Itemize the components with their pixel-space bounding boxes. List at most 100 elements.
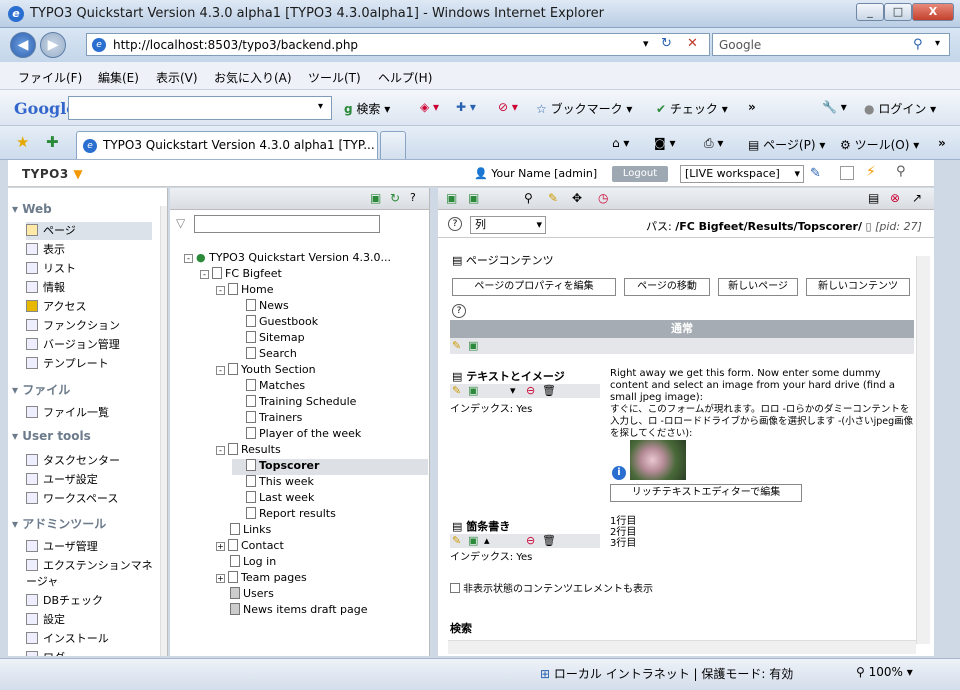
new-page-button[interactable]: 新しいページ bbox=[718, 278, 798, 296]
new-content-icon[interactable]: ▣ bbox=[468, 191, 479, 205]
help-icon[interactable]: ? bbox=[448, 217, 462, 231]
menu-tools[interactable]: ツール(T) bbox=[308, 69, 361, 86]
hide-icon[interactable]: ⊖ bbox=[526, 384, 535, 397]
move-page-button[interactable]: ページの移動 bbox=[624, 278, 710, 296]
module-item[interactable]: タスクセンター bbox=[26, 452, 120, 470]
minimize-button[interactable]: _ bbox=[856, 3, 884, 21]
menu-help[interactable]: ヘルプ(H) bbox=[378, 69, 432, 86]
tree-filter-input[interactable] bbox=[194, 215, 380, 233]
tree-node[interactable]: Report results bbox=[246, 507, 336, 523]
edit-icon[interactable]: ✎ bbox=[548, 191, 558, 205]
open-window-icon[interactable] bbox=[840, 166, 854, 180]
forward-button[interactable]: ▶ bbox=[40, 32, 66, 58]
tree-node[interactable]: Last week bbox=[246, 491, 314, 507]
tree-node[interactable]: Trainers bbox=[246, 411, 302, 427]
tree-node[interactable]: - Youth Section bbox=[216, 363, 316, 379]
module-item[interactable]: エクステンションマネージャ bbox=[26, 557, 156, 589]
google-search-input[interactable] bbox=[68, 96, 332, 120]
google-search-button[interactable]: g 検索 ▾ bbox=[344, 100, 390, 117]
module-item[interactable]: バージョン管理 bbox=[26, 336, 120, 354]
module-item[interactable]: ログ bbox=[26, 649, 65, 656]
tree-node-selected[interactable]: Topscorer bbox=[232, 459, 428, 475]
delete-icon[interactable]: 🗑 bbox=[542, 534, 556, 547]
tree-node[interactable]: + Contact bbox=[216, 539, 284, 555]
module-item[interactable]: DBチェック bbox=[26, 592, 103, 610]
cache-icon[interactable]: ⚡ bbox=[866, 164, 876, 180]
search-icon[interactable]: ⚲ bbox=[913, 37, 923, 52]
tree-node[interactable]: Search bbox=[246, 347, 297, 363]
tree-node[interactable]: Log in bbox=[230, 555, 276, 571]
module-item[interactable]: アクセス bbox=[26, 298, 86, 316]
new-page-icon[interactable]: ▣ bbox=[370, 191, 381, 205]
feeds-icon[interactable]: ◙ ▾ bbox=[654, 136, 675, 150]
list-icon[interactable]: ▤ bbox=[868, 191, 879, 205]
refresh-icon[interactable]: ↻ bbox=[661, 36, 672, 51]
module-header-user[interactable]: ▾ User tools bbox=[12, 429, 91, 443]
menu-edit[interactable]: 編集(E) bbox=[98, 69, 139, 86]
tree-node[interactable]: News bbox=[246, 299, 289, 315]
module-item[interactable]: 表示 bbox=[26, 241, 65, 259]
clear-cache-icon[interactable]: ⊗ bbox=[890, 191, 900, 205]
help-icon[interactable]: ? bbox=[452, 304, 466, 318]
search-dropdown-icon[interactable]: ▾ bbox=[935, 38, 940, 49]
content-scrollbar[interactable] bbox=[916, 256, 930, 644]
logout-button[interactable]: Logout bbox=[612, 166, 668, 182]
new-after-icon[interactable]: ▣ bbox=[468, 534, 478, 547]
module-item[interactable]: ページ bbox=[26, 222, 152, 240]
delete-icon[interactable]: 🗑 bbox=[542, 384, 556, 397]
add-button-icon[interactable]: ✚ ▾ bbox=[456, 100, 476, 114]
tree-root[interactable]: - ● TYPO3 Quickstart Version 4.3.0... bbox=[184, 251, 391, 267]
column-select[interactable]: 列 ▾ bbox=[470, 216, 546, 234]
pagerank-icon[interactable]: ◈ ▾ bbox=[420, 100, 439, 114]
wrench-icon[interactable]: 🔧 ▾ bbox=[822, 100, 847, 114]
edit-icon[interactable]: ✎ bbox=[452, 534, 461, 547]
popup-blocker-icon[interactable]: ⊘ ▾ bbox=[498, 100, 518, 114]
module-header-file[interactable]: ▾ ファイル bbox=[12, 381, 70, 398]
tree-node[interactable]: - FC Bigfeet bbox=[200, 267, 282, 283]
search-input[interactable]: Google ⚲ ▾ bbox=[712, 33, 950, 56]
tools-menu[interactable]: ⚙ ツール(O) ▾ bbox=[840, 136, 919, 153]
menu-file[interactable]: ファイル(F) bbox=[18, 69, 82, 86]
info-icon[interactable]: i bbox=[612, 466, 626, 480]
history-icon[interactable]: ◷ bbox=[598, 191, 608, 205]
tree-node[interactable]: + Team pages bbox=[216, 571, 307, 587]
new-tab-button[interactable] bbox=[380, 131, 406, 159]
bookmarks-button[interactable]: ☆ ブックマーク ▾ bbox=[536, 100, 632, 117]
module-item[interactable]: ファンクション bbox=[26, 317, 120, 335]
typo3-search-icon[interactable]: ⚲ bbox=[896, 164, 906, 179]
add-favorite-icon[interactable]: ✚ bbox=[46, 133, 59, 151]
module-item[interactable]: 設定 bbox=[26, 611, 65, 629]
print-icon[interactable]: ⎙ ▾ bbox=[704, 136, 723, 151]
home-icon[interactable]: ⌂ ▾ bbox=[612, 136, 629, 150]
tab-typo3[interactable]: e TYPO3 Quickstart Version 4.3.0 alpha1 … bbox=[76, 131, 378, 159]
menu-favorites[interactable]: お気に入り(A) bbox=[214, 69, 292, 86]
tree-node[interactable]: Users bbox=[230, 587, 274, 603]
stop-icon[interactable]: ✕ bbox=[687, 36, 698, 51]
page-menu[interactable]: ▤ ページ(P) ▾ bbox=[748, 136, 825, 153]
new-content-button[interactable]: 新しいコンテンツ bbox=[806, 278, 910, 296]
google-dropdown-icon[interactable]: ▾ bbox=[318, 101, 323, 112]
tree-node[interactable]: - Home bbox=[216, 283, 273, 299]
new-element-icon[interactable]: ▣ bbox=[468, 339, 478, 352]
view-icon[interactable]: ⚲ bbox=[524, 191, 533, 205]
module-item[interactable]: ユーザ設定 bbox=[26, 471, 98, 489]
tree-node[interactable]: Links bbox=[230, 523, 271, 539]
refresh-tree-icon[interactable]: ↻ bbox=[390, 191, 400, 205]
tabbar-more-icon[interactable]: » bbox=[938, 136, 946, 150]
dropdown-icon[interactable]: ▾ bbox=[643, 37, 649, 50]
edit-page-properties-button[interactable]: ページのプロパティを編集 bbox=[452, 278, 616, 296]
module-item[interactable]: ファイル一覧 bbox=[26, 404, 109, 422]
module-scrollbar[interactable] bbox=[160, 206, 167, 656]
move-icon[interactable]: ✥ bbox=[572, 191, 582, 205]
module-header-admin[interactable]: ▾ アドミンツール bbox=[12, 515, 106, 532]
spellcheck-button[interactable]: ✔ チェック ▾ bbox=[656, 100, 728, 117]
show-hidden-checkbox[interactable]: 非表示状態のコンテンツエレメントも表示 bbox=[450, 580, 653, 595]
back-button[interactable]: ◀ bbox=[10, 32, 36, 58]
tree-node[interactable]: News items draft page bbox=[230, 603, 368, 619]
module-item[interactable]: 情報 bbox=[26, 279, 65, 297]
module-item[interactable]: ユーザ管理 bbox=[26, 538, 98, 556]
login-button[interactable]: ● ログイン ▾ bbox=[864, 100, 936, 117]
edit-icon[interactable]: ✎ bbox=[452, 384, 461, 397]
menu-view[interactable]: 表示(V) bbox=[156, 69, 198, 86]
move-up-icon[interactable]: ▴ bbox=[484, 534, 490, 547]
